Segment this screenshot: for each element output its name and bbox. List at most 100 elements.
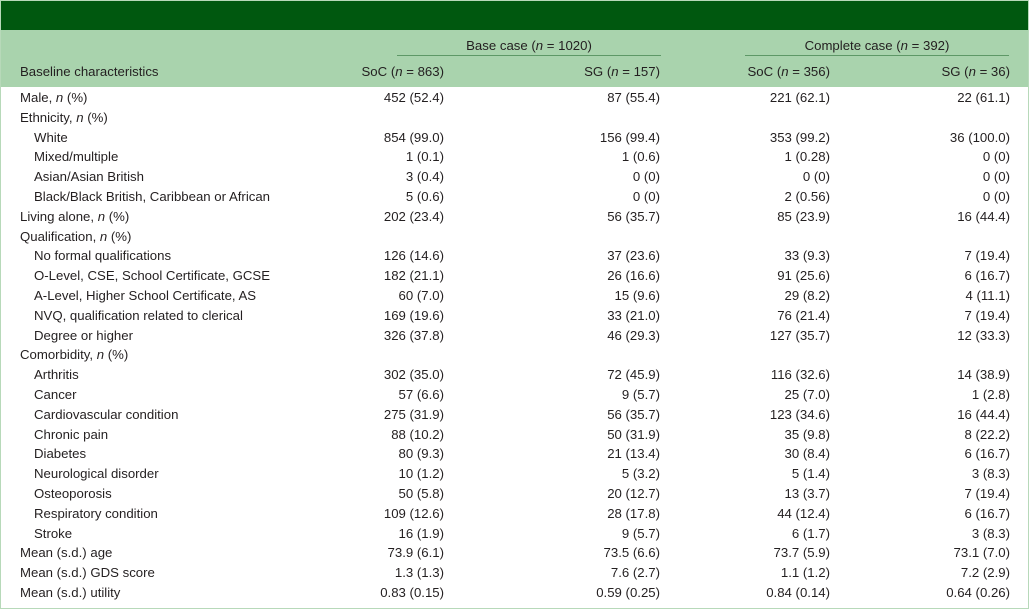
- row-label-text: Respiratory condition: [34, 505, 158, 521]
- row-label-text: Asian/Asian British: [34, 169, 144, 185]
- table-cell: 29 (8.2): [784, 287, 830, 303]
- table-cell: 326 (37.8): [383, 327, 444, 343]
- table-cell: 8 (22.2): [964, 426, 1010, 442]
- table-row: Living alone, n (%) 202 (23.4) 56 (35.7) 85…: [1, 207, 1028, 227]
- row-label: Degree or higher: [34, 326, 133, 346]
- row-label-var: n: [96, 347, 105, 363]
- table-cell: 50 (5.8): [398, 485, 444, 501]
- row-label: A-Level, Higher School Certificate, AS: [34, 286, 256, 306]
- table-cell: 221 (62.1): [769, 90, 830, 105]
- table-row: Black/Black British, Caribbean or Africa…: [1, 187, 1028, 207]
- table-cell: 0.83 (0.15): [380, 584, 444, 600]
- row-label-text: Osteoporosis: [34, 485, 112, 501]
- column-header-text: = 157): [618, 64, 660, 79]
- table-cell: 4 (11.1): [965, 287, 1010, 303]
- row-label-text: Mean (s.d.) GDS score: [20, 565, 155, 581]
- row-label: Asian/Asian British: [34, 167, 144, 187]
- table-cell: 10 (1.2): [398, 466, 444, 482]
- row-label-text: Stroke: [34, 525, 73, 541]
- row-label-text: (%): [104, 347, 129, 363]
- row-label: O-Level, CSE, School Certificate, GCSE: [34, 266, 270, 286]
- table-cell: 1 (2.8): [971, 386, 1010, 402]
- table-cell: 76 (21.4): [777, 307, 830, 323]
- table-cell: 854 (99.0): [383, 129, 444, 145]
- table-row: O-Level, CSE, School Certificate, GCSE 18…: [1, 266, 1028, 286]
- table-cell: 1 (0.1): [405, 149, 444, 165]
- table-cell: 1.3 (1.3): [394, 565, 444, 581]
- table-cell: 60 (7.0): [398, 287, 444, 303]
- group-header-text: = 392): [907, 38, 950, 53]
- row-label-text: Male,: [20, 90, 56, 105]
- table-row: Qualification, n (%): [1, 227, 1028, 247]
- column-header-text: SG (: [584, 64, 612, 79]
- column-header-text: SG (: [941, 64, 969, 79]
- group-header-text: Complete case (: [804, 38, 901, 53]
- table-cell: 46 (29.3): [607, 327, 660, 343]
- row-label: Mean (s.d.) GDS score: [20, 563, 155, 583]
- row-label: Mean (s.d.) age: [20, 543, 112, 563]
- table-cell: 22 (61.1): [957, 90, 1010, 105]
- table-cell: 88 (10.2): [391, 426, 444, 442]
- row-label-text: O-Level, CSE, School Certificate, GCSE: [34, 268, 270, 284]
- table-cell: 169 (19.6): [383, 307, 444, 323]
- table-cell: 13 (3.7): [784, 485, 830, 501]
- table-cell: 1.1 (1.2): [780, 565, 830, 581]
- table-cell: 37 (23.6): [607, 248, 660, 264]
- row-label: Mixed/multiple: [34, 147, 118, 167]
- row-label-text: Diabetes: [34, 446, 87, 462]
- row-label-text: Qualification,: [20, 228, 100, 244]
- row-label-text: NVQ, qualification related to clerical: [34, 307, 243, 323]
- table-cell: 56 (35.7): [607, 406, 660, 422]
- group-header-complete-case: Complete case (n = 392): [745, 37, 1009, 55]
- table-row: NVQ, qualification related to clerical 16…: [1, 306, 1028, 326]
- table-cell: 36 (100.0): [949, 129, 1010, 145]
- table-cell: 73.9 (6.1): [387, 545, 444, 561]
- table-cell: 5 (0.6): [405, 188, 444, 204]
- table-cell: 7.6 (2.7): [610, 565, 660, 581]
- row-label-text: Mean (s.d.) utility: [20, 584, 121, 600]
- table-cell: 1 (0.6): [621, 149, 660, 165]
- column-header-var: n: [781, 64, 789, 79]
- row-label-text: No formal qualifications: [34, 248, 172, 264]
- table-row: Asian/Asian British 3 (0.4) 0 (0) 0 (0) 0 (0…: [1, 167, 1028, 187]
- table-cell: 14 (38.9): [957, 367, 1010, 383]
- table-cell: 7.2 (2.9): [960, 565, 1010, 581]
- table-cell: 44 (12.4): [777, 505, 830, 521]
- column-header-var: n: [395, 64, 403, 79]
- table-cell: 16 (44.4): [957, 208, 1010, 224]
- table-row: Respiratory condition 109 (12.6) 28 (17.8)…: [1, 504, 1028, 524]
- row-label: Comorbidity, n (%): [20, 345, 128, 365]
- group-header-var: n: [900, 38, 908, 53]
- group-header-base-case: Base case (n = 1020): [397, 37, 661, 55]
- table-cell: 73.1 (7.0): [953, 545, 1010, 561]
- row-label: Cardiovascular condition: [34, 405, 178, 425]
- table-row: Ethnicity, n (%): [1, 108, 1028, 128]
- table-cell: 182 (21.1): [383, 268, 444, 284]
- table-cell: 72 (45.9): [607, 367, 660, 383]
- row-label-text: Cancer: [34, 386, 77, 402]
- table-row: White 854 (99.0) 156 (99.4) 353 (99.2) 36 (1…: [1, 128, 1028, 148]
- table-cell: 202 (23.4): [383, 208, 444, 224]
- table-cell: 127 (35.7): [769, 327, 830, 343]
- table-cell: 0 (0): [982, 188, 1010, 204]
- row-label-text: Cardiovascular condition: [34, 406, 179, 422]
- table-cell: 16 (44.4): [957, 406, 1010, 422]
- table-cell: 3 (0.4): [405, 169, 444, 185]
- row-label-text: Living alone,: [20, 208, 98, 224]
- table-cell: 7 (19.4): [964, 485, 1010, 501]
- table-cell: 0.84 (0.14): [766, 584, 830, 600]
- table-cell: 35 (9.8): [784, 426, 830, 442]
- row-label: Chronic pain: [34, 425, 108, 445]
- table-row: Arthritis 302 (35.0) 72 (45.9) 116 (32.6) 14…: [1, 365, 1028, 385]
- group-header-var: n: [535, 38, 544, 53]
- table-cell: 6 (16.7): [964, 446, 1010, 462]
- table-cell: 33 (9.3): [784, 248, 830, 264]
- table-cell: 73.7 (5.9): [773, 545, 830, 561]
- table-cell: 3 (8.3): [971, 466, 1010, 482]
- table-row: Mean (s.d.) utility 0.83 (0.15) 0.59 (0.25…: [1, 583, 1028, 603]
- row-label-text: Arthritis: [34, 367, 79, 383]
- table-cell: 353 (99.2): [769, 129, 830, 145]
- table-cell: 56 (35.7): [607, 208, 660, 224]
- table-cell: 0.64 (0.26): [946, 584, 1010, 600]
- row-label: NVQ, qualification related to clerical: [34, 306, 243, 326]
